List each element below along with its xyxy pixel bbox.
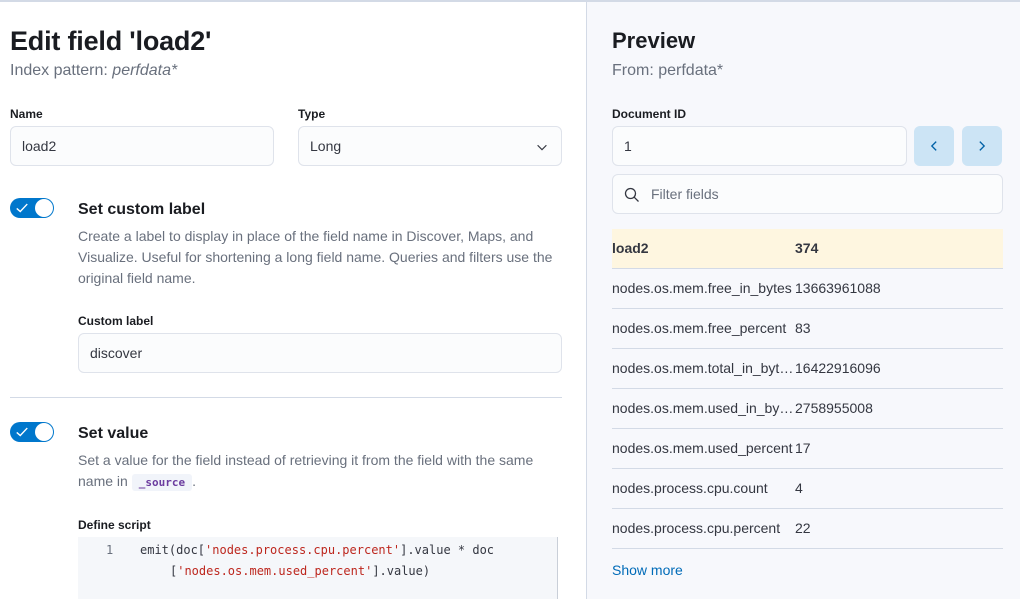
type-label: Type xyxy=(298,107,326,121)
page-title: Edit field 'load2' xyxy=(10,26,212,56)
source-code-token: _source xyxy=(131,474,193,491)
previous-document-button[interactable] xyxy=(914,126,954,166)
field-editor-panel: Edit field 'load2' Index pattern: perfda… xyxy=(0,2,586,599)
script-token: ].value) xyxy=(372,564,431,578)
preview-field-row: nodes.os.mem.used_in_bytes 2758955008 xyxy=(612,389,1003,429)
preview-field-value: 83 xyxy=(795,320,811,336)
chevron-left-icon xyxy=(930,141,937,151)
custom-label-input[interactable]: discover xyxy=(78,333,562,373)
preview-field-value: 13663961088 xyxy=(795,280,881,296)
index-pattern-subtitle: Index pattern: perfdata* xyxy=(10,62,177,80)
set-value-description-suffix: . xyxy=(192,473,196,489)
document-id-value: 1 xyxy=(624,138,632,154)
next-document-button[interactable] xyxy=(962,126,1002,166)
script-line-1-wrap: ['nodes.os.mem.used_percent'].value) xyxy=(170,564,430,578)
chevron-down-icon xyxy=(537,144,547,151)
toggle-knob xyxy=(35,423,53,441)
script-token: emit(doc[ xyxy=(140,543,206,557)
index-pattern-name: perfdata* xyxy=(112,62,178,79)
chevron-right-icon xyxy=(979,141,986,151)
define-script-label: Define script xyxy=(78,518,151,532)
filter-fields-input[interactable] xyxy=(651,175,991,213)
preview-field-value: 374 xyxy=(795,240,819,256)
preview-field-name: nodes.os.mem.total_in_bytes xyxy=(612,360,794,376)
preview-field-value: 17 xyxy=(795,440,811,456)
check-icon xyxy=(16,427,28,437)
custom-label-title: Set custom label xyxy=(78,201,206,218)
preview-field-name: nodes.os.mem.free_percent xyxy=(612,320,787,336)
type-select-value: Long xyxy=(310,138,342,154)
check-icon xyxy=(16,203,28,213)
custom-label-input-value: discover xyxy=(90,345,143,361)
preview-field-name: nodes.os.mem.free_in_bytes xyxy=(612,280,792,296)
custom-label-description: Create a label to display in place of th… xyxy=(78,228,553,286)
preview-field-name: load2 xyxy=(612,240,649,256)
preview-field-name: nodes.process.cpu.count xyxy=(612,480,768,496)
preview-field-row: nodes.os.mem.used_percent 17 xyxy=(612,429,1003,469)
preview-field-value: 2758955008 xyxy=(795,400,873,416)
preview-field-value: 16422916096 xyxy=(795,360,881,376)
script-string: 'nodes.process.cpu.percent' xyxy=(205,543,401,557)
custom-label-toggle[interactable] xyxy=(10,198,54,218)
section-divider xyxy=(10,397,562,398)
preview-field-row: nodes.os.mem.free_percent 83 xyxy=(612,309,1003,349)
preview-panel: Preview From: perfdata* Document ID 1 lo… xyxy=(586,2,1020,599)
name-input-value: load2 xyxy=(22,138,57,154)
preview-field-value: 22 xyxy=(795,520,811,536)
preview-field-row: nodes.process.cpu.count 4 xyxy=(612,469,1003,509)
search-icon xyxy=(624,187,639,202)
subtitle-prefix: Index pattern: xyxy=(10,62,113,79)
type-select[interactable]: Long xyxy=(298,126,562,166)
set-value-title: Set value xyxy=(78,425,149,442)
preview-field-row: nodes.process.cpu.percent 22 xyxy=(612,509,1003,549)
preview-field-name: nodes.process.cpu.percent xyxy=(612,520,781,536)
preview-title: Preview xyxy=(612,28,696,53)
preview-field-row: nodes.os.mem.total_in_bytes 16422916096 xyxy=(612,349,1003,389)
show-more-link[interactable]: Show more xyxy=(612,562,683,578)
name-input[interactable]: load2 xyxy=(10,126,274,166)
preview-field-name: nodes.os.mem.used_percent xyxy=(612,440,793,456)
set-value-toggle[interactable] xyxy=(10,422,54,442)
preview-field-row: load2 374 xyxy=(612,229,1003,269)
preview-field-name: nodes.os.mem.used_in_bytes xyxy=(612,400,794,416)
preview-fields-list: load2 374 nodes.os.mem.free_in_bytes 136639… xyxy=(612,229,1003,549)
custom-label-field-label: Custom label xyxy=(78,314,154,328)
preview-source: From: perfdata* xyxy=(612,62,724,79)
name-label: Name xyxy=(10,107,43,121)
set-value-description: Set a value for the field instead of ret… xyxy=(78,450,562,493)
document-id-input[interactable]: 1 xyxy=(612,126,907,166)
script-token: ].value * doc xyxy=(400,543,495,557)
toggle-knob xyxy=(35,199,53,217)
preview-field-row: nodes.os.mem.free_in_bytes 13663961088 xyxy=(612,269,1003,309)
script-string: 'nodes.os.mem.used_percent' xyxy=(177,564,373,578)
document-id-label: Document ID xyxy=(612,107,687,121)
preview-field-value: 4 xyxy=(795,480,803,496)
filter-fields-box xyxy=(612,174,1003,214)
script-editor[interactable]: 1 emit(doc['nodes.process.cpu.percent'].… xyxy=(78,537,558,599)
line-number: 1 xyxy=(106,543,114,557)
script-line-1: emit(doc['nodes.process.cpu.percent'].va… xyxy=(140,543,494,557)
